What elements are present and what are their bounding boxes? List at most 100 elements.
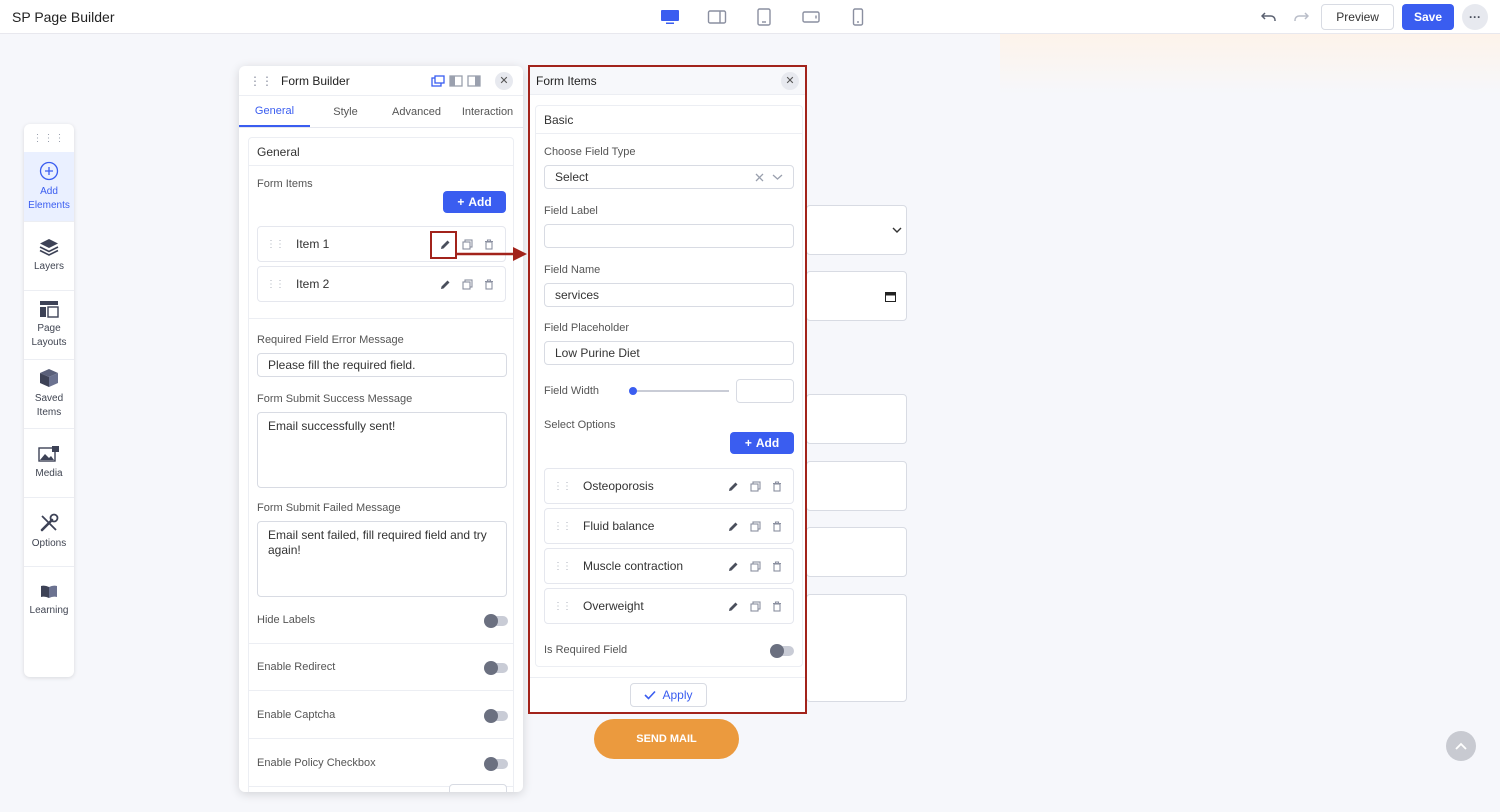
undo-icon[interactable]: [1257, 5, 1281, 29]
tab-interaction[interactable]: Interaction: [452, 96, 523, 127]
bg-text-field[interactable]: [806, 394, 907, 444]
bg-select-field[interactable]: [806, 205, 907, 255]
divider: [530, 677, 805, 678]
save-button[interactable]: Save: [1401, 4, 1454, 30]
duplicate-icon[interactable]: [747, 478, 763, 494]
sidebar-item-options[interactable]: Options: [24, 497, 74, 566]
tab-style[interactable]: Style: [310, 96, 381, 127]
divider: [249, 738, 513, 739]
enable-redirect-toggle[interactable]: [484, 661, 508, 675]
device-switcher: [646, 7, 881, 27]
top-bar: SP Page Builder Preview Save ···: [0, 0, 1500, 34]
floating-panel-icon[interactable]: [431, 74, 445, 87]
sidebar-item-layers[interactable]: Layers: [24, 221, 74, 290]
mobile-portrait-icon[interactable]: [834, 7, 881, 27]
divider: [249, 643, 513, 644]
dock-left-icon[interactable]: [449, 74, 463, 87]
success-message-textarea[interactable]: Email successfully sent!: [257, 412, 507, 488]
drag-handle-icon[interactable]: ⋮⋮: [553, 481, 572, 492]
required-error-input[interactable]: Please fill the required field.: [257, 353, 507, 377]
field-width-input[interactable]: [736, 379, 794, 403]
hide-labels-toggle[interactable]: [484, 614, 508, 628]
add-option-button[interactable]: + Add: [730, 432, 794, 454]
failed-message-textarea[interactable]: Email sent failed, fill required field a…: [257, 521, 507, 597]
bg-date-field[interactable]: [806, 271, 907, 321]
duplicate-icon[interactable]: [459, 276, 475, 292]
required-error-label: Required Field Error Message: [257, 334, 404, 346]
duplicate-icon[interactable]: [747, 558, 763, 574]
sidebar-item-label: Options: [31, 538, 67, 549]
edit-icon[interactable]: [437, 276, 453, 292]
option-name: Fluid balance: [583, 519, 655, 533]
bg-textarea-field[interactable]: [806, 594, 907, 702]
is-required-toggle[interactable]: [770, 644, 794, 658]
edit-icon[interactable]: [725, 478, 741, 494]
close-icon[interactable]: ✕: [781, 71, 799, 90]
drag-handle-icon[interactable]: ⋮⋮: [249, 74, 273, 88]
send-mail-button[interactable]: SEND MAIL: [594, 719, 739, 759]
dock-right-icon[interactable]: [467, 74, 481, 87]
sidebar-item-page-layouts[interactable]: Page Layouts: [24, 290, 74, 359]
sidebar-item-media[interactable]: Media: [24, 428, 74, 497]
drag-handle-icon[interactable]: ⋮⋮⋮: [24, 124, 74, 152]
add-form-item-button[interactable]: + Add: [443, 191, 506, 213]
field-width-slider[interactable]: [632, 390, 729, 392]
tablet-landscape-icon[interactable]: [693, 7, 740, 27]
delete-icon[interactable]: [769, 478, 785, 494]
drag-handle-icon[interactable]: ⋮⋮: [553, 521, 572, 532]
mobile-landscape-icon[interactable]: [787, 7, 834, 27]
redo-icon[interactable]: [1289, 5, 1313, 29]
panel-tabs: General Style Advanced Interaction: [239, 96, 523, 128]
option-row[interactable]: ⋮⋮ Muscle contraction: [544, 548, 794, 584]
drag-handle-icon[interactable]: ⋮⋮: [266, 279, 285, 290]
delete-icon[interactable]: [769, 558, 785, 574]
tab-general[interactable]: General: [239, 96, 310, 127]
sidebar-item-saved-items[interactable]: Saved Items: [24, 359, 74, 428]
edit-icon[interactable]: [725, 558, 741, 574]
option-row[interactable]: ⋮⋮ Fluid balance: [544, 508, 794, 544]
field-type-select[interactable]: Select: [544, 165, 794, 189]
edit-icon[interactable]: [725, 518, 741, 534]
delete-icon[interactable]: [769, 518, 785, 534]
scroll-to-top-icon[interactable]: [1446, 731, 1476, 761]
delete-icon[interactable]: [481, 276, 497, 292]
desktop-view-icon[interactable]: [646, 7, 693, 27]
drag-handle-icon[interactable]: ⋮⋮: [266, 239, 285, 250]
field-name-input[interactable]: services: [544, 283, 794, 307]
form-items-panel: Form Items ✕ Basic Choose Field Type Sel…: [528, 65, 807, 714]
plus-icon: +: [744, 436, 752, 450]
field-placeholder-input[interactable]: Low Purine Diet: [544, 341, 794, 365]
section-title[interactable]: Basic: [536, 106, 802, 134]
edit-icon[interactable]: [725, 598, 741, 614]
sidebar-item-learning[interactable]: Learning: [24, 566, 74, 635]
enable-policy-toggle[interactable]: [484, 757, 508, 771]
panel-layout-switcher: [431, 74, 481, 87]
close-icon[interactable]: ✕: [495, 71, 513, 90]
field-width-slider-handle[interactable]: [629, 387, 637, 395]
bg-text-field[interactable]: [806, 461, 907, 511]
option-row[interactable]: ⋮⋮ Overweight: [544, 588, 794, 624]
more-options-icon[interactable]: ···: [1462, 4, 1488, 30]
duplicate-icon[interactable]: [747, 518, 763, 534]
number-input[interactable]: [449, 784, 507, 792]
option-row[interactable]: ⋮⋮ Osteoporosis: [544, 468, 794, 504]
form-item-row[interactable]: ⋮⋮ Item 2: [257, 266, 506, 302]
bg-text-field[interactable]: [806, 527, 907, 577]
sidebar-item-add-elements[interactable]: Add Elements: [24, 152, 74, 221]
preview-button[interactable]: Preview: [1321, 4, 1394, 30]
tablet-portrait-icon[interactable]: [740, 7, 787, 27]
apply-button[interactable]: Apply: [630, 683, 707, 707]
select-options-label: Select Options: [544, 419, 616, 431]
enable-captcha-toggle[interactable]: [484, 709, 508, 723]
drag-handle-icon[interactable]: ⋮⋮: [553, 561, 572, 572]
field-label-input[interactable]: [544, 224, 794, 248]
toggle-label: Enable Redirect: [257, 661, 336, 673]
duplicate-icon[interactable]: [747, 598, 763, 614]
tab-advanced[interactable]: Advanced: [381, 96, 452, 127]
delete-icon[interactable]: [769, 598, 785, 614]
clear-icon[interactable]: [755, 173, 764, 182]
section-title[interactable]: General: [249, 138, 513, 166]
edit-highlight-box: [430, 231, 457, 259]
sidebar-item-label: Saved Items: [34, 393, 64, 418]
drag-handle-icon[interactable]: ⋮⋮: [553, 601, 572, 612]
